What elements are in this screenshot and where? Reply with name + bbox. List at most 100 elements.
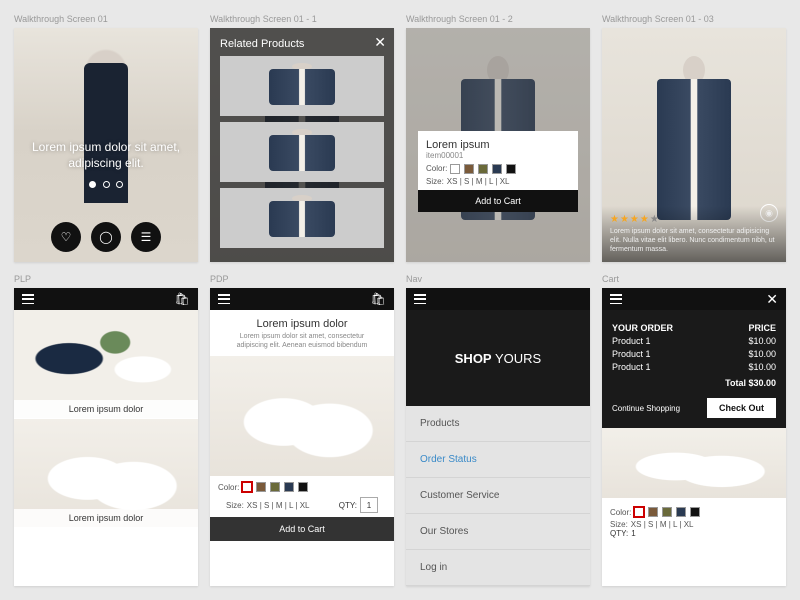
menu-button[interactable] [610, 294, 622, 304]
rating-stars[interactable]: ★★★★★ [610, 214, 778, 225]
screen-label: Cart [602, 274, 786, 286]
product-name: Lorem ipsum [426, 139, 570, 151]
dot-1[interactable] [89, 181, 96, 188]
swatch-white[interactable] [242, 482, 252, 492]
product-sku: item00001 [426, 151, 570, 160]
size-row: Size: XS | S | M | L | XL [226, 501, 310, 510]
qty-label: QTY: [610, 529, 628, 538]
brand-logo[interactable]: SHOP YOURS [406, 310, 590, 406]
nav-item-products[interactable]: Products [406, 406, 590, 442]
pdp-subtitle: Lorem ipsum dolor sit amet, consectetur … [210, 332, 394, 350]
menu-button[interactable] [414, 294, 426, 304]
cart-line-price: $10.00 [748, 336, 776, 346]
product-detail-screen: ◉ ★★★★★ Lorem ipsum dolor sit amet, cons… [602, 28, 786, 262]
cart-line-name: Product 1 [612, 362, 651, 372]
cart-line: Product 1 $10.00 [612, 362, 776, 372]
swatch-brown[interactable] [464, 164, 474, 174]
favorite-button[interactable]: ♡ [51, 222, 81, 252]
nav-screen: SHOP YOURS Products Order Status Custome… [406, 288, 590, 586]
center-button[interactable]: ◯ [91, 222, 121, 252]
swatch-white[interactable] [450, 164, 460, 174]
related-thumb[interactable] [220, 188, 384, 248]
basket-icon: 🛍 [175, 292, 190, 306]
swatch-navy[interactable] [492, 164, 502, 174]
dot-3[interactable] [116, 181, 123, 188]
product-description: Lorem ipsum dolor sit amet, consectetur … [610, 227, 778, 254]
size-label: Size: [226, 501, 244, 510]
nav-item-our-stores[interactable]: Our Stores [406, 514, 590, 550]
cart-button[interactable]: 🛍 [175, 292, 190, 306]
swatch-white[interactable] [634, 507, 644, 517]
color-label: Color: [610, 508, 631, 517]
related-thumb[interactable] [220, 122, 384, 182]
color-row: Color: [218, 482, 386, 492]
walkthrough-screen: Lorem ipsum dolor sit amet, adipiscing e… [14, 28, 198, 262]
pdp-screen: 🛍 Lorem ipsum dolor Lorem ipsum dolor si… [210, 288, 394, 586]
top-bar: 🛍 [14, 288, 198, 310]
swatch-black[interactable] [298, 482, 308, 492]
qty-input[interactable]: 1 [360, 497, 378, 513]
nav-item-order-status[interactable]: Order Status [406, 442, 590, 478]
close-icon: ✕ [766, 291, 778, 307]
screen-label: Walkthrough Screen 01 [14, 14, 198, 26]
swatch-olive[interactable] [270, 482, 280, 492]
plp-screen: 🛍 Lorem ipsum dolor Lorem ipsum dolor [14, 288, 198, 586]
screen-label: Walkthrough Screen 01 - 2 [406, 14, 590, 26]
menu-button[interactable] [218, 294, 230, 304]
heart-icon: ♡ [61, 230, 72, 244]
color-row: Color: [610, 507, 778, 517]
pdp-title: Lorem ipsum dolor [220, 318, 384, 330]
swatch-navy[interactable] [676, 507, 686, 517]
brand-part: YOURS [495, 351, 541, 366]
basket-icon: 🛍 [371, 292, 386, 306]
swatch-olive[interactable] [662, 507, 672, 517]
size-label: Size: [426, 177, 444, 186]
size-label: Size: [610, 520, 628, 529]
color-row: Color: [426, 164, 570, 174]
close-button[interactable]: ✕ [374, 34, 386, 51]
screen-label: PDP [210, 274, 394, 286]
swatch-olive[interactable] [478, 164, 488, 174]
related-products-screen: Related Products ✕ [210, 28, 394, 262]
top-bar [406, 288, 590, 310]
screen-label: PLP [14, 274, 198, 286]
top-bar: ✕ [602, 288, 786, 310]
close-button[interactable]: ✕ [766, 291, 778, 308]
nav-item-customer-service[interactable]: Customer Service [406, 478, 590, 514]
size-options[interactable]: XS | S | M | L | XL [447, 177, 510, 186]
list-button[interactable]: ☰ [131, 222, 161, 252]
add-to-cart-button[interactable]: Add to Cart [418, 190, 578, 212]
screen-label: Walkthrough Screen 01 - 03 [602, 14, 786, 26]
checkout-button[interactable]: Check Out [707, 398, 776, 418]
swatch-black[interactable] [506, 164, 516, 174]
qty-input[interactable]: 1 [631, 529, 635, 538]
swatch-brown[interactable] [256, 482, 266, 492]
size-options[interactable]: XS | S | M | L | XL [631, 520, 694, 529]
swatch-black[interactable] [690, 507, 700, 517]
product-card: Lorem ipsum item00001 Color: Size: XS | … [418, 131, 578, 212]
screen-label: Nav [406, 274, 590, 286]
list-icon: ☰ [141, 230, 152, 244]
add-to-cart-button[interactable]: Add to Cart [210, 517, 394, 541]
cart-button[interactable]: 🛍 [371, 292, 386, 306]
cart-line-price: $10.00 [748, 362, 776, 372]
cart-line-price: $10.00 [748, 349, 776, 359]
plp-item[interactable]: Lorem ipsum dolor [14, 419, 198, 527]
plp-item[interactable]: Lorem ipsum dolor [14, 310, 198, 418]
order-header: YOUR ORDER [612, 323, 673, 333]
cart-line-name: Product 1 [612, 336, 651, 346]
swatch-navy[interactable] [284, 482, 294, 492]
price-header: PRICE [748, 323, 776, 333]
continue-shopping-link[interactable]: Continue Shopping [612, 404, 680, 413]
size-options[interactable]: XS | S | M | L | XL [247, 501, 310, 510]
page-dots[interactable] [14, 180, 198, 190]
product-image[interactable] [210, 356, 394, 476]
dot-2[interactable] [103, 181, 110, 188]
nav-item-login[interactable]: Log in [406, 550, 590, 586]
related-thumb[interactable] [220, 56, 384, 116]
menu-button[interactable] [22, 294, 34, 304]
cart-line: Product 1$10.00 [612, 349, 776, 359]
swatch-brown[interactable] [648, 507, 658, 517]
size-row: Size: XS | S | M | L | XL [426, 177, 570, 186]
circle-icon: ◯ [99, 230, 112, 244]
